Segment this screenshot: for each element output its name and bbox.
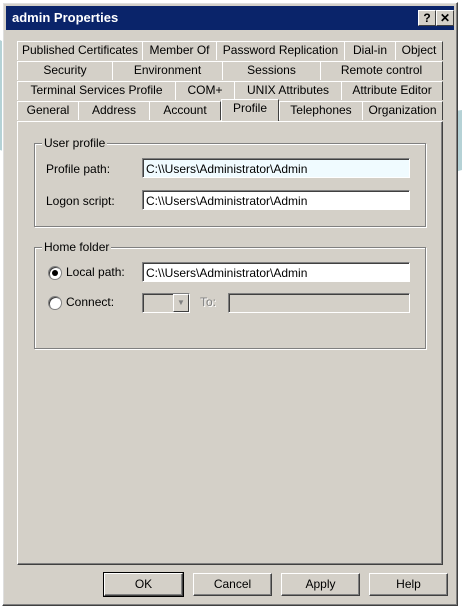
logon-script-field[interactable]: C:\\Users\Administrator\Admin: [142, 190, 410, 210]
apply-button[interactable]: Apply: [281, 573, 360, 596]
local-path-label[interactable]: Local path:: [66, 265, 125, 279]
window-title: admin Properties: [12, 10, 119, 25]
profile-tab-panel: User profile Profile path: C:\\Users\Adm…: [17, 121, 443, 565]
tab-account[interactable]: Account: [149, 101, 221, 120]
tab-object[interactable]: Object: [395, 41, 443, 60]
connect-label[interactable]: Connect:: [66, 295, 114, 309]
tab-organization[interactable]: Organization: [362, 101, 443, 120]
to-label: To:: [200, 295, 217, 309]
radio-selected-dot: [52, 270, 58, 276]
cancel-button[interactable]: Cancel: [193, 573, 272, 596]
tab-environment[interactable]: Environment: [112, 61, 223, 80]
properties-dialog: admin Properties ? ✕ Published Certifica…: [2, 2, 458, 606]
tab-terminal-services-profile[interactable]: Terminal Services Profile: [17, 81, 176, 100]
logon-script-label: Logon script:: [46, 194, 115, 208]
user-profile-legend: User profile: [42, 136, 108, 150]
tab-sessions[interactable]: Sessions: [222, 61, 321, 80]
ok-button[interactable]: OK: [103, 572, 184, 597]
home-folder-legend: Home folder: [42, 240, 112, 254]
tab-unix-attributes[interactable]: UNIX Attributes: [234, 81, 342, 100]
tab-address[interactable]: Address: [78, 101, 150, 120]
local-path-field[interactable]: C:\\Users\Administrator\Admin: [142, 262, 410, 282]
help-button[interactable]: Help: [369, 573, 448, 596]
tab-member-of[interactable]: Member Of: [142, 41, 217, 60]
tab-profile[interactable]: Profile: [221, 99, 279, 121]
local-path-radio[interactable]: [48, 266, 62, 280]
close-icon[interactable]: ✕: [436, 10, 454, 26]
chevron-down-icon: ▼: [173, 294, 189, 312]
tab-published-certificates[interactable]: Published Certificates: [17, 41, 143, 60]
profile-path-label: Profile path:: [46, 162, 111, 176]
user-profile-group: User profile: [34, 136, 426, 227]
tab-general[interactable]: General: [17, 101, 79, 120]
tab-security[interactable]: Security: [17, 61, 113, 80]
connect-to-field: [228, 293, 410, 313]
help-icon[interactable]: ?: [418, 10, 436, 26]
tab-attribute-editor[interactable]: Attribute Editor: [341, 81, 443, 100]
connect-radio[interactable]: [48, 296, 62, 310]
tab-password-replication[interactable]: Password Replication: [216, 41, 345, 60]
tab-com-plus[interactable]: COM+: [175, 81, 235, 100]
tab-remote-control[interactable]: Remote control: [320, 61, 443, 80]
tab-telephones[interactable]: Telephones: [279, 101, 363, 120]
title-bar[interactable]: admin Properties ? ✕: [6, 6, 454, 30]
profile-path-field[interactable]: C:\\Users\Administrator\Admin: [142, 158, 410, 178]
tab-dial-in[interactable]: Dial-in: [344, 41, 396, 60]
